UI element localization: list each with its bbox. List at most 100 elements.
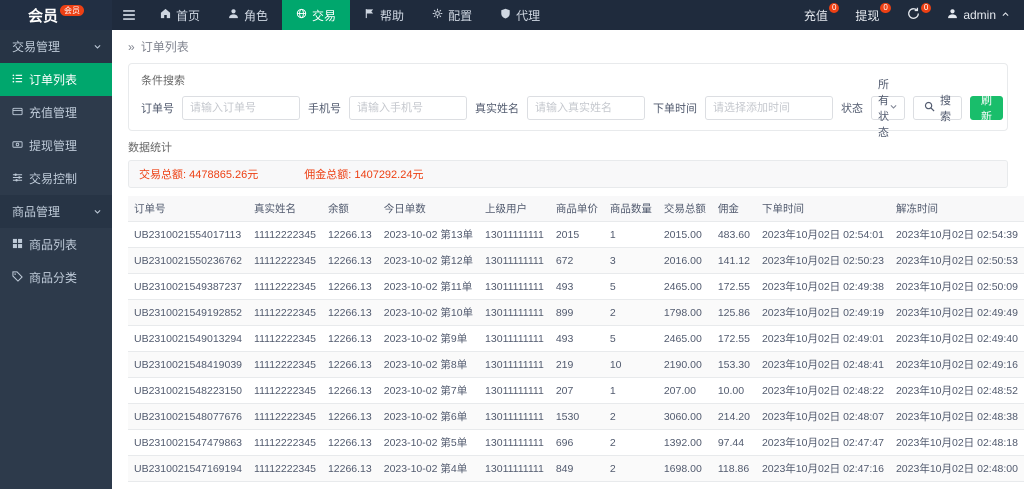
cell-parent_user: 13011111111 bbox=[479, 403, 550, 430]
refresh-list-button[interactable]: 刷新 bbox=[970, 95, 1003, 123]
cell-unfreeze_time: 2023年10月02日 02:47:30 bbox=[889, 481, 1024, 489]
cell-unfreeze_time: 2023年10月02日 02:49:16 bbox=[889, 351, 1024, 378]
cell-commission: 141.12 bbox=[711, 247, 756, 274]
cell-quantity: 5 bbox=[603, 325, 658, 352]
order-time-input[interactable] bbox=[705, 96, 833, 120]
statistics-title: 数据统计 bbox=[128, 142, 172, 154]
cell-today_count: 2023-10-02 第9单 bbox=[377, 325, 480, 352]
cell-today_count: 2023-10-02 第11单 bbox=[377, 273, 480, 300]
withdraw-link[interactable]: 提现 0 bbox=[855, 2, 891, 24]
refresh-badge: 0 bbox=[920, 3, 932, 13]
sidebar-item-withdraw-management[interactable]: 提现管理 bbox=[0, 129, 112, 162]
breadcrumb-icon: » bbox=[128, 39, 135, 54]
cell-order_no: UB2310021554017113 bbox=[128, 221, 249, 248]
phone-input[interactable] bbox=[349, 96, 467, 120]
nav-item-home[interactable]: 首页 bbox=[146, 0, 214, 30]
orders-table-body: UB2310021554017113 11112222345 12266.13 202… bbox=[128, 221, 1024, 489]
order-no-input[interactable] bbox=[182, 96, 300, 120]
real-name-input[interactable] bbox=[527, 96, 645, 120]
sidebar-section-product-management[interactable]: 商品管理 bbox=[0, 195, 112, 228]
search-button[interactable]: 搜 索 bbox=[913, 95, 962, 123]
withdraw-label: 提现 bbox=[855, 8, 880, 23]
order-time-label: 下单时间 bbox=[653, 103, 697, 115]
commission-total: 佣金总额: 1407292.24元 bbox=[304, 169, 424, 181]
orders-table: 订单号真实姓名余额今日单数上级用户商品单价商品数量交易总额佣金下单时间解冻时间交… bbox=[128, 196, 1024, 489]
sidebar-section-trade-management[interactable]: 交易管理 bbox=[0, 30, 112, 63]
phone-label: 手机号 bbox=[308, 103, 341, 115]
sidebar-item-trade-control[interactable]: 交易控制 bbox=[0, 162, 112, 195]
refresh-button[interactable]: 0 bbox=[907, 3, 932, 23]
cell-balance: 12266.13 bbox=[321, 403, 378, 430]
table-row: UB2310021550236762 11112222345 12266.13 202… bbox=[128, 247, 1024, 274]
chevron-down-icon bbox=[889, 102, 898, 114]
column-header-commission: 佣金 bbox=[711, 196, 756, 222]
cell-commission: 214.20 bbox=[711, 403, 756, 430]
table-row: UB2310021554017113 11112222345 12266.13 202… bbox=[128, 221, 1024, 248]
section-label: 交易管理 bbox=[12, 40, 61, 54]
cell-commission: 125.86 bbox=[711, 299, 756, 326]
person-icon bbox=[228, 8, 239, 22]
cell-real_name: 11112222345 bbox=[248, 481, 322, 489]
cell-unfreeze_time: 2023年10月02日 02:48:00 bbox=[889, 455, 1024, 482]
cell-quantity: 10 bbox=[603, 351, 658, 378]
column-header-balance: 余额 bbox=[321, 196, 378, 222]
trade-total: 交易总额: 4478865.26元 bbox=[139, 169, 259, 181]
sidebar-item-label: 交易控制 bbox=[29, 172, 78, 186]
cell-commission: 171.71 bbox=[711, 481, 756, 489]
user-menu[interactable]: admin bbox=[947, 8, 1010, 22]
menu-toggle-icon[interactable] bbox=[112, 8, 146, 22]
cell-quantity: 1 bbox=[603, 221, 658, 248]
cell-real_name: 11112222345 bbox=[248, 299, 322, 326]
cell-balance: 12266.13 bbox=[321, 377, 378, 404]
table-row: UB2310021548223150 11112222345 12266.13 202… bbox=[128, 377, 1024, 404]
column-header-unit_price: 商品单价 bbox=[549, 196, 604, 222]
sidebar-item-product-list[interactable]: 商品列表 bbox=[0, 228, 112, 261]
cell-commission: 153.30 bbox=[711, 351, 756, 378]
nav-label: 交易 bbox=[312, 8, 337, 23]
search-form: 订单号 手机号 真实姓名 下单时间 状态 所有状态 搜 索 bbox=[141, 79, 1003, 139]
cell-total: 2453.00 bbox=[657, 481, 712, 489]
cell-unfreeze_time: 2023年10月02日 02:50:53 bbox=[889, 247, 1024, 274]
sidebar-item-recharge-management[interactable]: 充值管理 bbox=[0, 96, 112, 129]
table-row: UB2310021548419039 11112222345 12266.13 202… bbox=[128, 351, 1024, 378]
cell-real_name: 11112222345 bbox=[248, 429, 322, 456]
nav-item-config[interactable]: 配置 bbox=[418, 0, 486, 30]
recharge-link[interactable]: 充值 0 bbox=[804, 2, 840, 24]
cell-order_no: UB2310021549013294 bbox=[128, 325, 249, 352]
cell-parent_user: 13011111111 bbox=[479, 455, 550, 482]
status-select[interactable]: 所有状态 bbox=[871, 79, 905, 139]
cell-parent_user: 13011111111 bbox=[479, 247, 550, 274]
sidebar-item-order-list[interactable]: 订单列表 bbox=[0, 63, 112, 96]
column-header-order_time: 下单时间 bbox=[755, 196, 890, 222]
cell-real_name: 11112222345 bbox=[248, 455, 322, 482]
column-header-total: 交易总额 bbox=[657, 196, 712, 222]
cell-order_no: UB2310021547169194 bbox=[128, 455, 249, 482]
cell-order_time: 2023年10月02日 02:48:07 bbox=[755, 403, 890, 430]
breadcrumb: » 订单列表 bbox=[112, 30, 1024, 61]
cell-order_no: UB2310021547479863 bbox=[128, 429, 249, 456]
cell-balance: 12266.13 bbox=[321, 299, 378, 326]
sidebar-item-product-category[interactable]: 商品分类 bbox=[0, 261, 112, 294]
cell-real_name: 11112222345 bbox=[248, 273, 322, 300]
tag-icon bbox=[12, 270, 23, 285]
username: admin bbox=[963, 8, 996, 22]
refresh-button-label: 刷新 bbox=[981, 95, 992, 123]
cell-total: 1392.00 bbox=[657, 429, 712, 456]
nav-item-agent[interactable]: 代理 bbox=[486, 0, 554, 30]
cell-order_no: UB2310021549192852 bbox=[128, 299, 249, 326]
nav-item-trade[interactable]: 交易 bbox=[282, 0, 351, 30]
cell-unfreeze_time: 2023年10月02日 02:49:49 bbox=[889, 299, 1024, 326]
cell-parent_user: 13011111111 bbox=[479, 429, 550, 456]
cell-order_time: 2023年10月02日 02:49:19 bbox=[755, 299, 890, 326]
column-header-real_name: 真实姓名 bbox=[248, 196, 322, 222]
home-icon bbox=[160, 8, 171, 22]
nav-item-roles[interactable]: 角色 bbox=[214, 0, 282, 30]
cell-order_no: UB2310021548419039 bbox=[128, 351, 249, 378]
cell-today_count: 2023-10-02 第13单 bbox=[377, 221, 480, 248]
nav-item-help[interactable]: 帮助 bbox=[350, 0, 418, 30]
cell-total: 1798.00 bbox=[657, 299, 712, 326]
sidebar-item-label: 充值管理 bbox=[29, 106, 78, 120]
cell-real_name: 11112222345 bbox=[248, 247, 322, 274]
cell-today_count: 2023-10-02 第10单 bbox=[377, 299, 480, 326]
table-row: UB2310021549387237 11112222345 12266.13 202… bbox=[128, 273, 1024, 300]
